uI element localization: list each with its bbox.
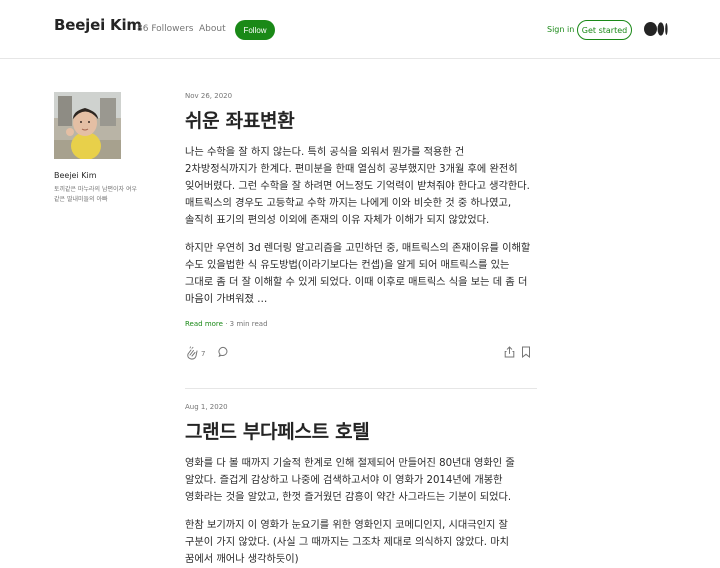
post-date: Aug 1, 2020 — [185, 403, 228, 411]
post-excerpt[interactable]: 한참 보기까지 이 영화가 눈요기를 위한 영화인지 코메디인지, 시대극인지 … — [185, 517, 537, 568]
post-excerpt[interactable]: 하지만 우연히 3d 렌더링 알고리즘을 고민하던 중, 매트릭스의 존재이유를… — [185, 240, 537, 308]
get-started-button[interactable]: Get started — [577, 20, 632, 40]
post-excerpt[interactable]: 영화를 다 볼 때까지 기술적 한계로 인해 절제되어 만들어진 80년대 영화… — [185, 455, 537, 506]
post-actions: 7 — [185, 346, 537, 366]
meta-separator: · — [225, 320, 228, 328]
top-header: Beejei Kim 86 Followers About Follow Sig… — [0, 0, 720, 59]
author-bio-line: 토끼같은 마누라의 남편이자 여우 — [54, 186, 138, 193]
medium-logo-icon[interactable] — [644, 22, 668, 36]
sign-in-link[interactable]: Sign in — [547, 25, 574, 34]
about-link[interactable]: About — [199, 24, 226, 34]
comment-icon[interactable] — [218, 346, 230, 358]
author-avatar[interactable] — [54, 92, 121, 159]
followers-link[interactable]: 86 Followers — [137, 24, 193, 34]
publication-title[interactable]: Beejei Kim — [54, 16, 142, 34]
post-card: Aug 1, 2020 그랜드 부다페스트 호텔 영화를 다 볼 때까지 기술적… — [185, 403, 537, 568]
follow-button[interactable]: Follow — [235, 20, 275, 40]
post-excerpt[interactable]: 나는 수학을 잘 하지 않는다. 특히 공식을 외워서 뭔가를 적용한 건 2차… — [185, 144, 537, 229]
read-time: 3 min read — [229, 320, 268, 328]
post-card: Nov 26, 2020 쉬운 좌표변환 나는 수학을 잘 하지 않는다. 특히… — [185, 92, 537, 366]
author-bio-line: 같은 딸내미들의 아빠 — [54, 196, 108, 203]
share-icon[interactable] — [504, 346, 515, 358]
post-title[interactable]: 그랜드 부다페스트 호텔 — [185, 417, 537, 444]
post-title[interactable]: 쉬운 좌표변환 — [185, 106, 537, 133]
author-sidebar: Beejei Kim 토끼같은 마누라의 남편이자 여우 같은 딸내미들의 아빠 — [54, 92, 164, 205]
post-divider — [185, 388, 537, 389]
clap-count: 7 — [201, 350, 206, 358]
read-more-link[interactable]: Read more — [185, 320, 223, 328]
post-meta: Read more · 3 min read — [185, 320, 537, 328]
post-date: Nov 26, 2020 — [185, 92, 233, 100]
author-bio: 토끼같은 마누라의 남편이자 여우 같은 딸내미들의 아빠 — [54, 185, 154, 205]
bookmark-icon[interactable] — [521, 346, 531, 358]
clap-icon[interactable] — [185, 346, 199, 360]
author-name[interactable]: Beejei Kim — [54, 171, 164, 180]
